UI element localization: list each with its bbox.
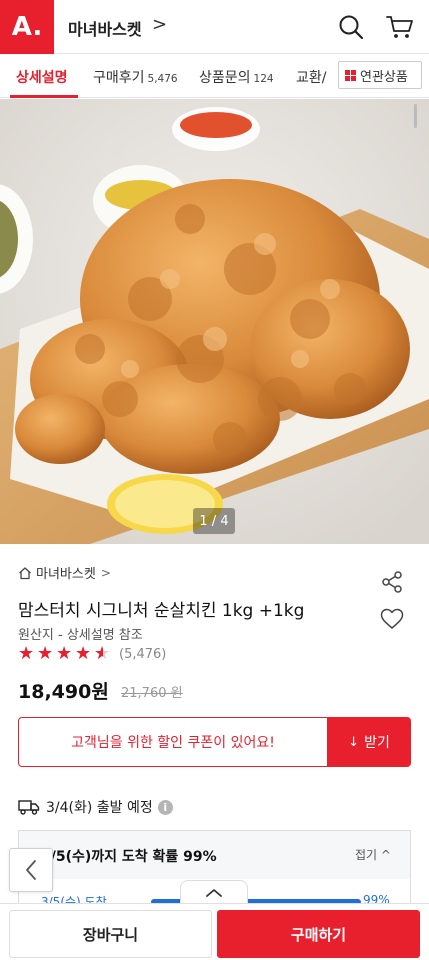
coupon-download-button[interactable]: ↓ 받기 [327, 717, 411, 767]
tab-reviews[interactable]: 구매후기 5,476 [93, 67, 178, 87]
truck-icon [18, 800, 40, 815]
coupon-button-label: 받기 [364, 735, 390, 751]
product-title: 맘스터치 시그니처 순살치킨 1kg +1kg [18, 601, 305, 621]
tab-details[interactable]: 상세설명 [16, 67, 68, 87]
shop-chevron-icon: > [100, 565, 111, 580]
add-to-cart-button[interactable]: 장바구니 [9, 910, 212, 958]
coupon-message[interactable]: 고객님을 위한 할인 쿠폰이 있어요! [18, 717, 328, 767]
arrival-title: 3/5(수)까지 도착 확률 99% [41, 849, 217, 865]
info-icon[interactable]: i [157, 799, 173, 815]
chevron-left-icon [26, 860, 36, 880]
expand-handle[interactable] [180, 880, 248, 904]
tab-exchange[interactable]: 교환/ [296, 67, 326, 87]
star-icon: ★ [75, 643, 92, 664]
shipping-info: 3/4(화) 출발 예정 i [18, 797, 173, 817]
grid-icon [345, 69, 356, 81]
bottom-action-bar: 장바구니 구매하기 [0, 903, 429, 960]
house-icon [19, 566, 31, 579]
download-icon: ↓ [348, 734, 360, 750]
rating-stars[interactable]: ★ ★ ★ ★ ★ (5,476) [18, 643, 167, 665]
sale-price: 18,490원 [18, 681, 109, 703]
shipping-text: 3/4(화) 출발 예정 [46, 800, 153, 816]
original-price: 21,760 원 [121, 686, 183, 701]
app-logo[interactable]: A. [0, 0, 54, 54]
cart-icon[interactable] [386, 14, 414, 40]
store-chevron-icon: > [152, 14, 168, 35]
heart-icon[interactable] [380, 608, 404, 630]
tab-inquiries[interactable]: 상품문의 124 [199, 67, 274, 87]
back-button[interactable] [9, 848, 53, 892]
tab-active-indicator [10, 95, 78, 98]
share-icon[interactable] [380, 570, 404, 594]
star-icon: ★ [37, 643, 54, 664]
shop-link[interactable]: 마녀바스켓 > [18, 563, 111, 582]
related-products-button[interactable]: 연관상품 [338, 61, 422, 89]
arrival-header[interactable]: 3/5(수)까지 도착 확률 99% 접기 ^ [19, 831, 410, 879]
star-icon: ★ [56, 643, 73, 664]
chevron-up-icon [206, 888, 222, 897]
product-origin: 원산지 - 상세설명 참조 [18, 628, 143, 643]
top-header: A. 마녀바스켓 > [0, 0, 429, 54]
product-image[interactable] [0, 99, 429, 544]
half-star-icon: ★ [94, 644, 113, 665]
review-count: (5,476) [119, 646, 167, 662]
search-icon[interactable] [338, 14, 364, 40]
scroll-indicator [414, 104, 417, 128]
buy-now-button[interactable]: 구매하기 [217, 910, 420, 958]
fold-toggle[interactable]: 접기 ^ [355, 846, 391, 863]
store-name-link[interactable]: 마녀바스켓 [68, 16, 142, 40]
star-icon: ★ [18, 643, 35, 664]
shop-name: 마녀바스켓 [36, 567, 96, 582]
image-counter: 1 / 4 [193, 508, 235, 534]
